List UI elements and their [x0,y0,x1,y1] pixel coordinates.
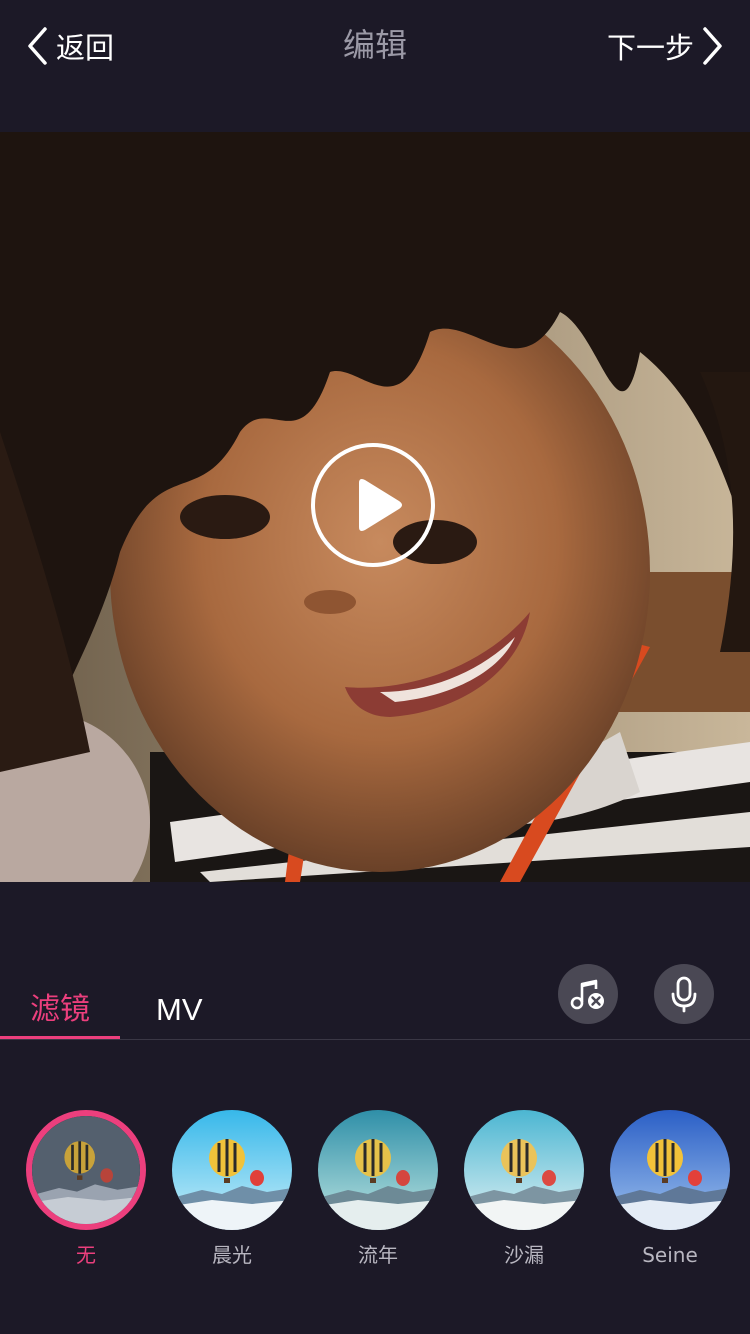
filter-item-chenguang[interactable]: 晨光 [172,1110,292,1268]
play-button[interactable] [311,443,435,567]
filter-thumbnail [610,1110,730,1230]
next-step-label: 下一步 [606,31,694,65]
balloon-thumbnail-image [172,1110,292,1230]
balloon-thumbnail-image [32,1116,140,1224]
balloon-thumbnail-image [610,1110,730,1230]
filter-thumbnail [318,1110,438,1230]
microphone-icon [671,976,697,1013]
remove-music-button[interactable] [558,964,618,1024]
chevron-right-icon [703,27,722,65]
voiceover-button[interactable] [654,964,714,1024]
filter-label: 晨光 [212,1243,252,1267]
next-step-button[interactable]: 下一步 [607,22,724,70]
tab-filters[interactable]: 滤镜 [30,990,90,1030]
filter-label: 无 [76,1243,96,1267]
top-nav-bar: 返回 编辑 下一步 [0,0,750,92]
filter-list: 无 晨光 流年 沙漏 Seine [0,1100,750,1280]
balloon-thumbnail-image [464,1110,584,1230]
filter-thumbnail [172,1110,292,1230]
filter-label: Seine [642,1243,698,1267]
filter-label: 流年 [358,1243,398,1267]
filter-item-seine[interactable]: Seine [610,1110,730,1268]
filter-thumbnail [464,1110,584,1230]
edit-tabs-bar: 滤镜 MV [0,960,750,1040]
filter-item-none[interactable]: 无 [26,1110,146,1268]
play-icon [359,479,402,531]
tabs-divider [0,1039,750,1040]
tab-mv[interactable]: MV [156,990,203,1030]
filter-label: 沙漏 [504,1243,544,1267]
filter-thumbnail [26,1110,146,1230]
filter-item-liunian[interactable]: 流年 [318,1110,438,1268]
balloon-thumbnail-image [318,1110,438,1230]
music-remove-icon [570,979,604,1010]
filter-item-shalou[interactable]: 沙漏 [464,1110,584,1268]
